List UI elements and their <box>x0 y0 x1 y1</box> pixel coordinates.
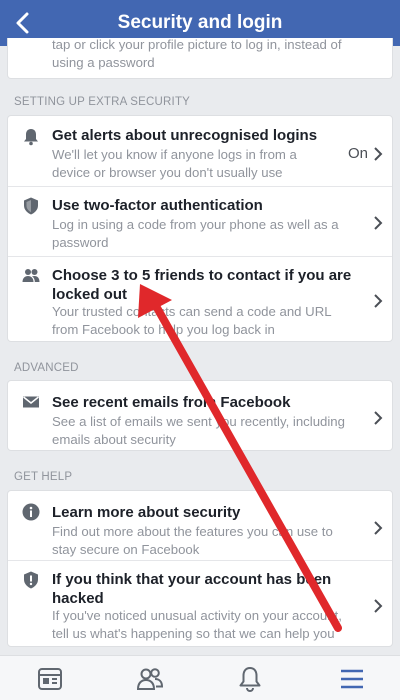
row-description: Find out more about the features you can… <box>52 524 333 557</box>
notifications-bell-icon <box>239 667 261 693</box>
tab-news-feed[interactable] <box>35 664 65 694</box>
advanced-card: See recent emails from Facebook See a li… <box>7 380 393 451</box>
extra-security-card: Get alerts about unrecognised logins We'… <box>7 115 393 342</box>
friends-tab-icon <box>136 668 164 690</box>
account-hacked-row[interactable]: If you think that your account has been … <box>8 561 392 646</box>
row-title: Choose 3 to 5 friends to contact if you … <box>52 267 352 303</box>
row-description: We'll let you know if anyone logs in fro… <box>52 147 297 180</box>
page-title: Security and login <box>117 12 283 33</box>
shield-icon <box>24 197 38 215</box>
row-description: Your trusted contacts can send a code an… <box>52 304 332 337</box>
bottom-tab-bar <box>0 655 400 700</box>
login-option-partial-text: tap or click your profile picture to log… <box>52 38 342 70</box>
tab-notifications[interactable] <box>235 664 265 694</box>
recent-emails-row[interactable]: See recent emails from Facebook See a li… <box>8 381 392 450</box>
chevron-right-icon <box>374 521 383 535</box>
row-title: See recent emails from Facebook <box>52 394 291 411</box>
get-help-card: Learn more about security Find out more … <box>7 490 393 647</box>
chevron-right-icon <box>374 411 383 425</box>
login-options-card: tap or click your profile picture to log… <box>7 38 393 79</box>
envelope-icon <box>23 396 39 408</box>
section-header-advanced: ADVANCED <box>14 362 79 374</box>
bell-icon <box>24 129 38 146</box>
trusted-contacts-row[interactable]: Choose 3 to 5 friends to contact if you … <box>8 257 392 341</box>
chevron-right-icon <box>374 147 383 161</box>
learn-security-row[interactable]: Learn more about security Find out more … <box>8 491 392 560</box>
tab-friends[interactable] <box>135 664 165 694</box>
row-title: If you think that your account has been … <box>52 571 332 607</box>
shield-alert-icon <box>24 571 38 589</box>
chevron-right-icon <box>374 294 383 308</box>
row-title: Learn more about security <box>52 504 241 521</box>
tab-menu[interactable] <box>337 664 367 694</box>
chevron-right-icon <box>374 599 383 613</box>
news-feed-icon <box>38 668 62 690</box>
chevron-right-icon <box>374 216 383 230</box>
status-value: On <box>347 145 368 162</box>
two-factor-row[interactable]: Use two-factor authentication Log in usi… <box>8 187 392 256</box>
section-header-extra-security: SETTING UP EXTRA SECURITY <box>14 96 191 108</box>
row-description: Log in using a code from your phone as w… <box>52 217 339 250</box>
menu-icon <box>341 669 363 689</box>
row-description: See a list of emails we sent you recentl… <box>52 414 345 447</box>
row-title: Use two-factor authentication <box>52 197 263 214</box>
section-header-get-help: GET HELP <box>14 471 73 483</box>
row-title: Get alerts about unrecognised logins <box>52 127 318 144</box>
friends-icon <box>22 269 40 282</box>
row-description: If you've noticed unusual activity on yo… <box>52 608 342 641</box>
info-icon <box>22 503 40 521</box>
unrecognised-logins-row[interactable]: Get alerts about unrecognised logins We'… <box>8 116 392 186</box>
